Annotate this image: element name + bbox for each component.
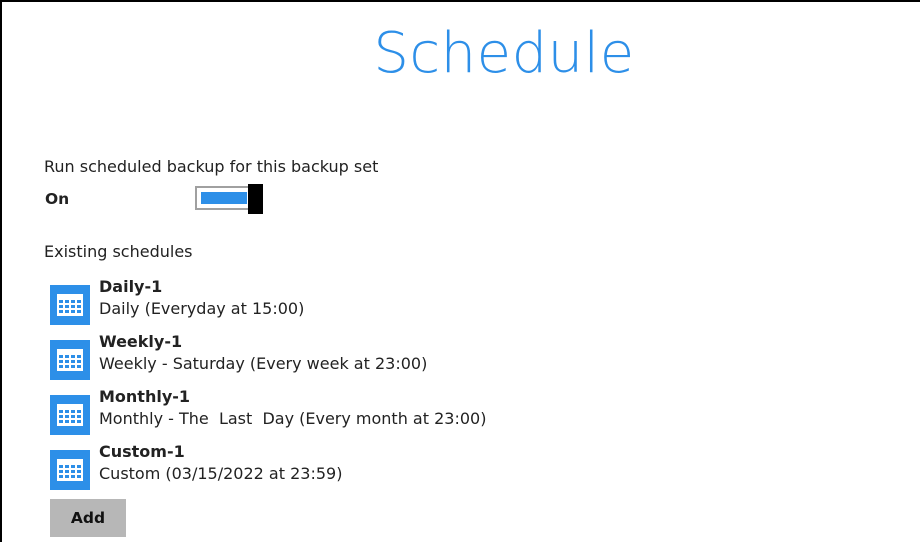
toggle-thumb[interactable] bbox=[248, 184, 263, 214]
schedule-item-monthly-1[interactable]: Monthly-1 Monthly - The Last Day (Every … bbox=[50, 387, 550, 435]
schedule-name: Custom-1 bbox=[99, 442, 185, 461]
existing-schedules-label: Existing schedules bbox=[44, 242, 193, 261]
page-title: Schedule bbox=[373, 21, 635, 86]
schedule-description: Custom (03/15/2022 at 23:59) bbox=[99, 464, 343, 483]
schedule-description: Daily (Everyday at 15:00) bbox=[99, 299, 305, 318]
schedule-item-weekly-1[interactable]: Weekly-1 Weekly - Saturday (Every week a… bbox=[50, 332, 550, 380]
schedule-name: Monthly-1 bbox=[99, 387, 191, 406]
schedule-item-daily-1[interactable]: Daily-1 Daily (Everyday at 15:00) bbox=[50, 277, 550, 325]
add-schedule-button[interactable]: Add bbox=[50, 499, 126, 537]
calendar-icon bbox=[50, 340, 90, 380]
schedule-item-custom-1[interactable]: Custom-1 Custom (03/15/2022 at 23:59) bbox=[50, 442, 550, 490]
schedule-name: Weekly-1 bbox=[99, 332, 183, 351]
toggle-state-label: On bbox=[45, 190, 70, 208]
schedule-description: Weekly - Saturday (Every week at 23:00) bbox=[99, 354, 428, 373]
toggle-fill bbox=[201, 192, 247, 204]
calendar-icon bbox=[50, 395, 90, 435]
schedule-description: Monthly - The Last Day (Every month at 2… bbox=[99, 409, 487, 428]
run-scheduled-backup-toggle[interactable] bbox=[195, 184, 263, 214]
calendar-icon bbox=[50, 450, 90, 490]
run-scheduled-backup-label: Run scheduled backup for this backup set bbox=[44, 157, 379, 176]
toggle-track bbox=[195, 186, 251, 210]
schedule-name: Daily-1 bbox=[99, 277, 163, 296]
calendar-icon bbox=[50, 285, 90, 325]
